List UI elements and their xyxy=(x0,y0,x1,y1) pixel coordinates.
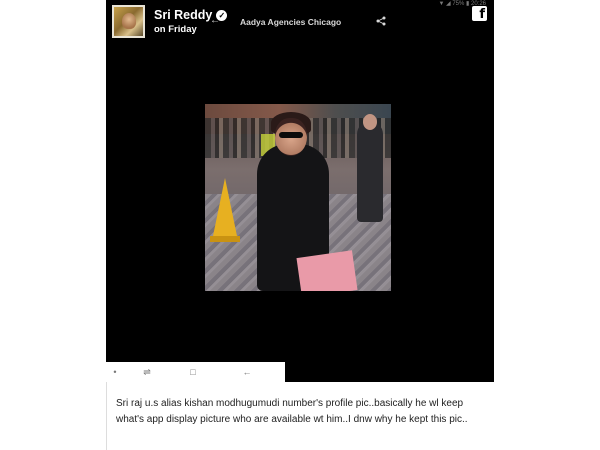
photo-cone-base xyxy=(210,236,240,242)
back-arrow-icon[interactable]: ← xyxy=(210,14,220,28)
page-title: Aadya Agencies Chicago xyxy=(240,17,342,27)
nav-back-button[interactable]: ← xyxy=(237,362,257,382)
phone-app-header: ← Aadya Agencies Chicago xyxy=(206,14,392,30)
nav-home-button[interactable]: □ xyxy=(183,362,203,382)
screenshot-frame: Sri Reddy ✓ on Friday ▼ ◢ 75% ▮ 20:26 ← A… xyxy=(0,0,600,450)
photo-sunglasses xyxy=(279,132,303,138)
author-name-text[interactable]: Sri Reddy xyxy=(154,8,212,22)
caption-text: Sri raj u.s alias kishan modhugumudi num… xyxy=(116,398,468,425)
android-nav-bar: • ⇌ □ ← xyxy=(99,362,285,382)
facebook-icon[interactable]: f xyxy=(472,6,487,22)
post-timestamp[interactable]: on Friday xyxy=(154,24,197,35)
photo-traffic-cone xyxy=(213,178,237,236)
photo-passerby xyxy=(357,122,383,222)
share-icon[interactable] xyxy=(376,16,386,26)
nav-recents-button[interactable]: ⇌ xyxy=(137,362,157,382)
author-avatar[interactable] xyxy=(112,5,145,38)
post-caption: Sri raj u.s alias kishan modhugumudi num… xyxy=(106,382,494,450)
photo-shopping-bag xyxy=(296,250,358,291)
nav-dot-button[interactable]: • xyxy=(105,362,125,382)
photo-passerby-head xyxy=(363,114,377,130)
shared-photo[interactable] xyxy=(205,104,391,291)
